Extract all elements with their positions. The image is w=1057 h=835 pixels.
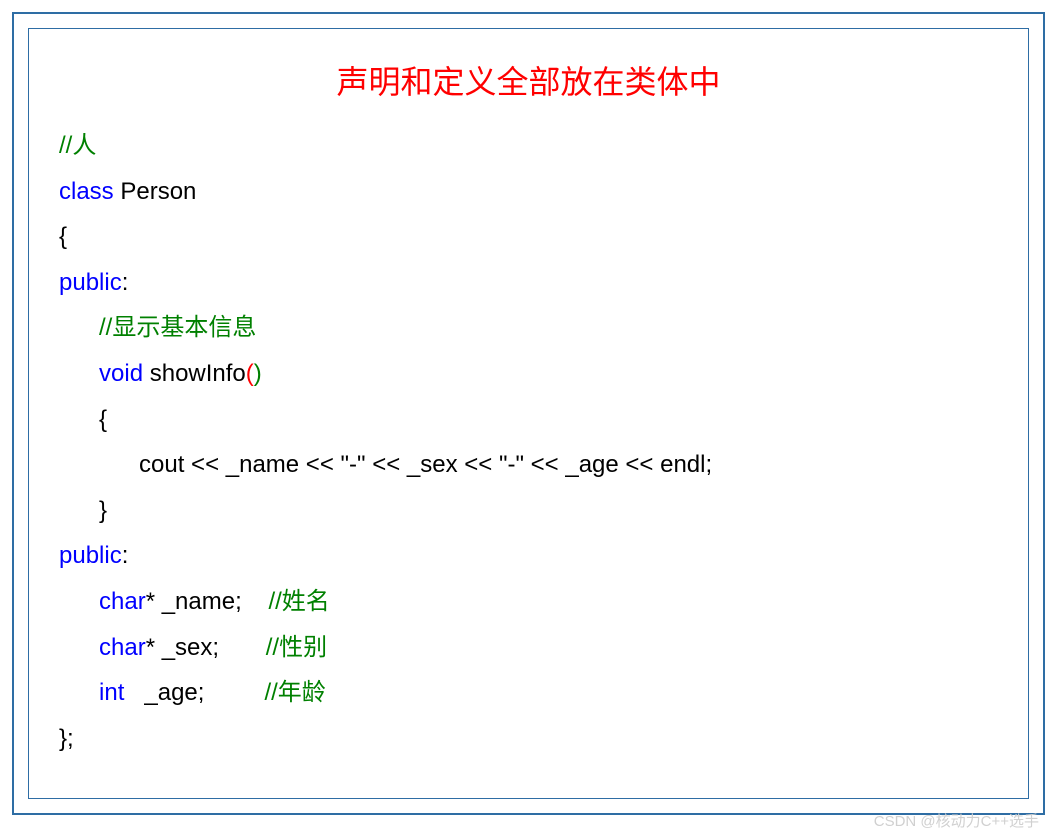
outer-frame: 声明和定义全部放在类体中 //人 class Person { public: … bbox=[12, 12, 1045, 815]
comment-age: //年龄 bbox=[264, 679, 325, 706]
colon-2: : bbox=[122, 542, 129, 569]
keyword-char-1: char bbox=[99, 588, 146, 615]
watermark: CSDN @核动力C++选手 bbox=[874, 810, 1039, 831]
name-decl: * _name; bbox=[146, 588, 242, 615]
inner-frame: 声明和定义全部放在类体中 //人 class Person { public: … bbox=[28, 28, 1029, 799]
function-brace-open: { bbox=[99, 406, 107, 433]
keyword-public-2: public bbox=[59, 542, 122, 569]
paren-open: ( bbox=[246, 360, 254, 387]
colon-1: : bbox=[122, 269, 129, 296]
keyword-int: int bbox=[99, 679, 124, 706]
cout-line: cout << _name << "-" << _sex << "-" << _… bbox=[139, 451, 712, 478]
keyword-public-1: public bbox=[59, 269, 122, 296]
comment-name: //姓名 bbox=[268, 588, 329, 615]
comment-person: //人 bbox=[59, 132, 96, 159]
brace-open: { bbox=[59, 223, 67, 250]
age-decl: _age; bbox=[124, 679, 204, 706]
class-name: Person bbox=[114, 178, 197, 205]
paren-close: ) bbox=[254, 360, 262, 387]
function-brace-close: } bbox=[99, 497, 107, 524]
brace-close: }; bbox=[59, 725, 74, 752]
document-title: 声明和定义全部放在类体中 bbox=[59, 57, 998, 103]
keyword-void: void bbox=[99, 360, 143, 387]
comment-sex: //性别 bbox=[266, 634, 327, 661]
function-name: showInfo bbox=[143, 360, 246, 387]
keyword-char-2: char bbox=[99, 634, 146, 661]
comment-showinfo: //显示基本信息 bbox=[99, 314, 256, 341]
code-block: //人 class Person { public: //显示基本信息 void… bbox=[59, 123, 998, 761]
sex-decl: * _sex; bbox=[146, 634, 219, 661]
keyword-class: class bbox=[59, 178, 114, 205]
